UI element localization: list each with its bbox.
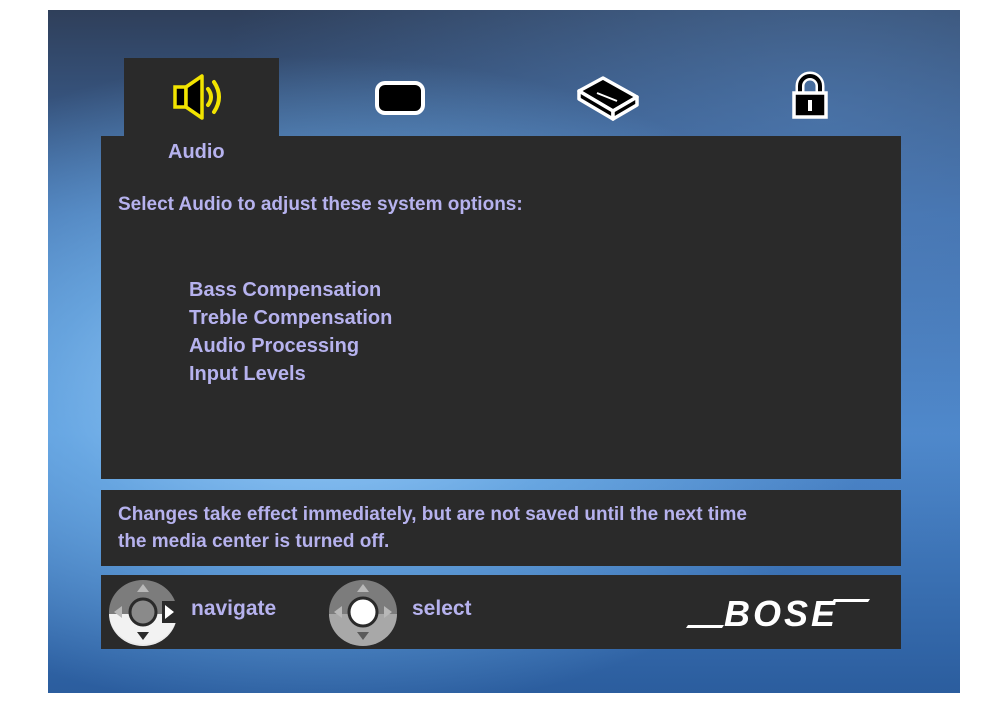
option-input-levels: Input Levels	[189, 363, 306, 385]
navigate-hint-label: navigate	[191, 597, 277, 620]
notice-line-2: the media center is turned off.	[118, 531, 390, 552]
bose-logo: BOSE	[686, 595, 870, 631]
tab-lock[interactable]	[732, 62, 887, 132]
media-player-icon	[576, 76, 639, 121]
tab-label-audio: Audio	[168, 141, 225, 163]
select-hint-label: select	[412, 597, 472, 620]
option-audio-processing: Audio Processing	[189, 335, 360, 357]
panel-intro-text: Select Audio to adjust these system opti…	[118, 194, 523, 215]
tab-media-player[interactable]	[530, 62, 685, 132]
display-icon	[374, 81, 425, 115]
tab-display[interactable]	[323, 62, 478, 132]
option-bass-compensation: Bass Compensation	[189, 279, 382, 301]
audio-options-list: Bass Compensation Treble Compensation Au…	[189, 276, 392, 388]
lock-icon	[791, 71, 828, 119]
notice-line-1: Changes take effect immediately, but are…	[118, 504, 747, 525]
bose-logo-text: BOSE	[724, 595, 838, 631]
speaker-icon	[172, 74, 221, 120]
dpad-select-icon	[329, 580, 397, 646]
dpad-navigate-icon	[109, 580, 177, 646]
option-treble-compensation: Treble Compensation	[189, 307, 393, 329]
footer-bar: navigate select BOSE	[101, 575, 901, 649]
notice-box: Changes take effect immediately, but are…	[101, 490, 901, 566]
tab-audio[interactable]	[124, 62, 279, 132]
